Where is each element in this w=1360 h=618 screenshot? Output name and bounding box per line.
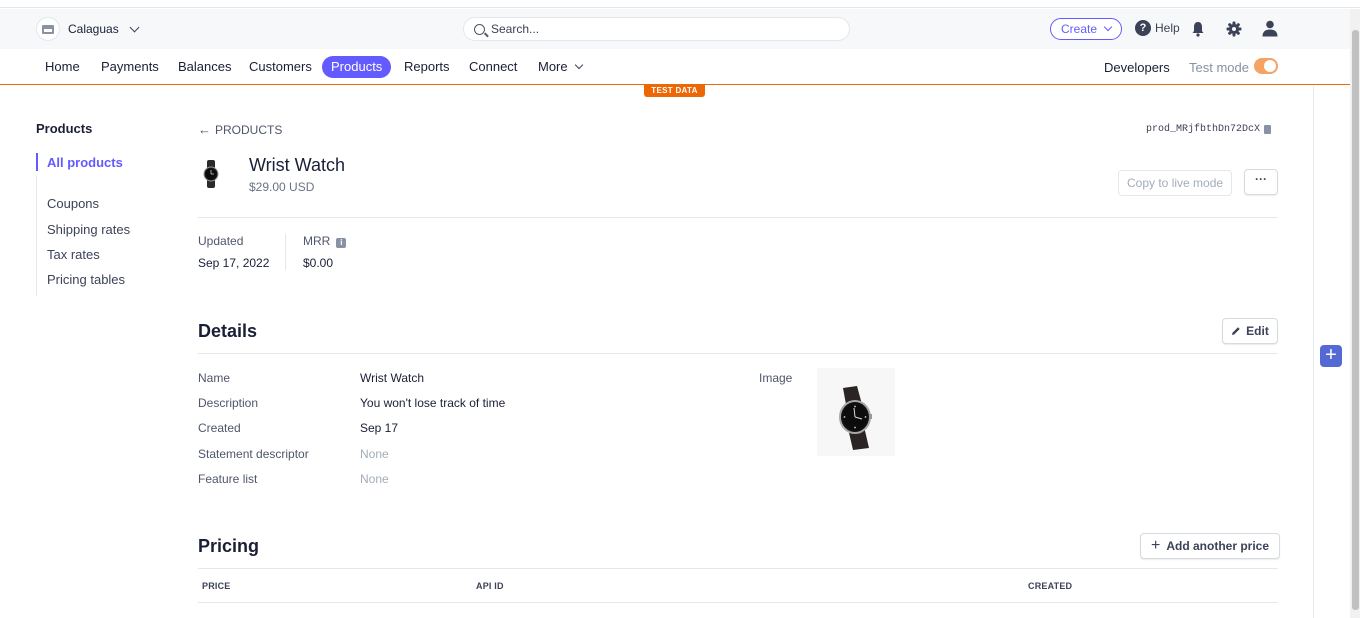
detail-value-created: Sep 17: [360, 421, 399, 435]
detail-label-feature-list: Feature list: [198, 472, 258, 486]
info-icon[interactable]: i: [336, 238, 347, 248]
user-icon[interactable]: [1262, 20, 1278, 37]
back-label: PRODUCTS: [215, 122, 283, 137]
header-divider: [198, 217, 1278, 218]
detail-label-name: Name: [198, 371, 231, 385]
edit-label: Edit: [1246, 324, 1269, 338]
nav-more-label: More: [538, 59, 568, 74]
meta-divider: [285, 234, 286, 270]
sidebar-title: Products: [36, 121, 93, 136]
back-to-products-link[interactable]: ← PRODUCTS: [198, 122, 282, 137]
test-mode-toggle[interactable]: [1254, 58, 1278, 74]
help-button[interactable]: ? Help: [1135, 20, 1180, 36]
add-another-price-button[interactable]: + Add another price: [1140, 533, 1281, 559]
account-name: Calaguas: [68, 22, 119, 36]
gear-icon[interactable]: [1226, 21, 1242, 37]
product-name: Wrist Watch: [249, 155, 346, 175]
edit-details-button[interactable]: Edit: [1222, 318, 1278, 344]
detail-label-statement-descriptor: Statement descriptor: [198, 447, 309, 461]
right-rail-divider: [1313, 86, 1314, 618]
product-image: [817, 368, 895, 456]
help-label: Help: [1155, 21, 1180, 35]
copy-icon[interactable]: [1264, 125, 1272, 134]
table-header-divider: [198, 602, 1278, 603]
add-shortcut-button[interactable]: +: [1320, 345, 1342, 367]
updated-label: Updated: [198, 234, 244, 248]
product-id[interactable]: prod_MRjfbthDn72DcX: [1146, 124, 1272, 135]
nav-customers[interactable]: Customers: [240, 56, 321, 78]
pricing-heading: Pricing: [198, 536, 260, 556]
product-thumbnail: [203, 160, 219, 188]
plus-icon: +: [1151, 537, 1161, 554]
more-actions-button[interactable]: ···: [1244, 169, 1278, 195]
sidebar-item-shipping-rates[interactable]: Shipping rates: [47, 222, 130, 237]
pencil-icon: [1232, 327, 1240, 335]
nav-payments[interactable]: Payments: [92, 56, 168, 78]
detail-value-statement-descriptor: None: [360, 447, 389, 461]
browser-top-strip: [0, 0, 1360, 8]
column-header-created[interactable]: CREATED: [1028, 581, 1072, 591]
top-bar: Calaguas Create ? Help: [0, 9, 1350, 49]
detail-label-created: Created: [198, 421, 241, 435]
sidebar-item-coupons[interactable]: Coupons: [47, 196, 99, 211]
nav-home[interactable]: Home: [36, 56, 89, 78]
main-nav: Home Payments Balances Customers Product…: [0, 49, 1350, 85]
nav-products[interactable]: Products: [322, 56, 392, 78]
pricing-divider: [198, 568, 1278, 569]
mrr-value: $0.00: [303, 256, 334, 270]
account-switcher[interactable]: Calaguas: [36, 17, 140, 41]
sidebar-item-all-products[interactable]: All products: [47, 155, 123, 170]
nav-more[interactable]: More: [529, 56, 591, 78]
test-mode-label: Test mode: [1189, 60, 1249, 75]
search-icon: [474, 23, 485, 35]
nav-balances[interactable]: Balances: [169, 56, 240, 78]
chevron-down-icon: [1103, 22, 1113, 32]
mrr-label-text: MRR: [303, 234, 331, 248]
mrr-label: MRR i: [303, 234, 347, 248]
detail-value-feature-list: None: [360, 472, 389, 486]
search-input[interactable]: [491, 22, 811, 36]
chevron-down-icon: [129, 22, 140, 32]
bell-icon[interactable]: [1191, 21, 1205, 37]
detail-value-name: Wrist Watch: [360, 371, 425, 385]
sidebar-item-pricing-tables[interactable]: Pricing tables: [47, 272, 125, 287]
help-icon: ?: [1135, 20, 1151, 36]
nav-reports[interactable]: Reports: [395, 56, 459, 78]
product-price: $29.00 USD: [249, 180, 315, 194]
nav-connect[interactable]: Connect: [460, 56, 526, 78]
sidebar-item-tax-rates[interactable]: Tax rates: [47, 247, 100, 262]
create-label: Create: [1061, 22, 1098, 36]
copy-to-live-mode-button[interactable]: Copy to live mode: [1118, 170, 1233, 196]
search-bar[interactable]: [463, 17, 850, 41]
sidebar-divider: [36, 176, 37, 296]
create-button[interactable]: Create: [1050, 18, 1123, 40]
updated-value: Sep 17, 2022: [198, 256, 270, 270]
add-price-label: Add another price: [1166, 539, 1270, 553]
detail-value-description: You won't lose track of time: [360, 396, 506, 410]
details-heading: Details: [198, 321, 258, 341]
image-label: Image: [759, 371, 793, 385]
column-header-price[interactable]: PRICE: [202, 581, 231, 591]
column-header-api-id[interactable]: API ID: [476, 581, 504, 591]
store-icon: [36, 17, 60, 41]
sidebar-active-indicator: [36, 153, 38, 171]
arrow-left-icon: ←: [198, 122, 211, 137]
product-id-text: prod_MRjfbthDn72DcX: [1146, 124, 1261, 135]
developers-link[interactable]: Developers: [1104, 60, 1170, 75]
scrollbar-thumb[interactable]: [1352, 30, 1359, 610]
chevron-down-icon: [574, 60, 583, 70]
detail-label-description: Description: [198, 396, 259, 410]
test-data-badge: TEST DATA: [644, 85, 705, 97]
details-divider: [198, 353, 1278, 354]
